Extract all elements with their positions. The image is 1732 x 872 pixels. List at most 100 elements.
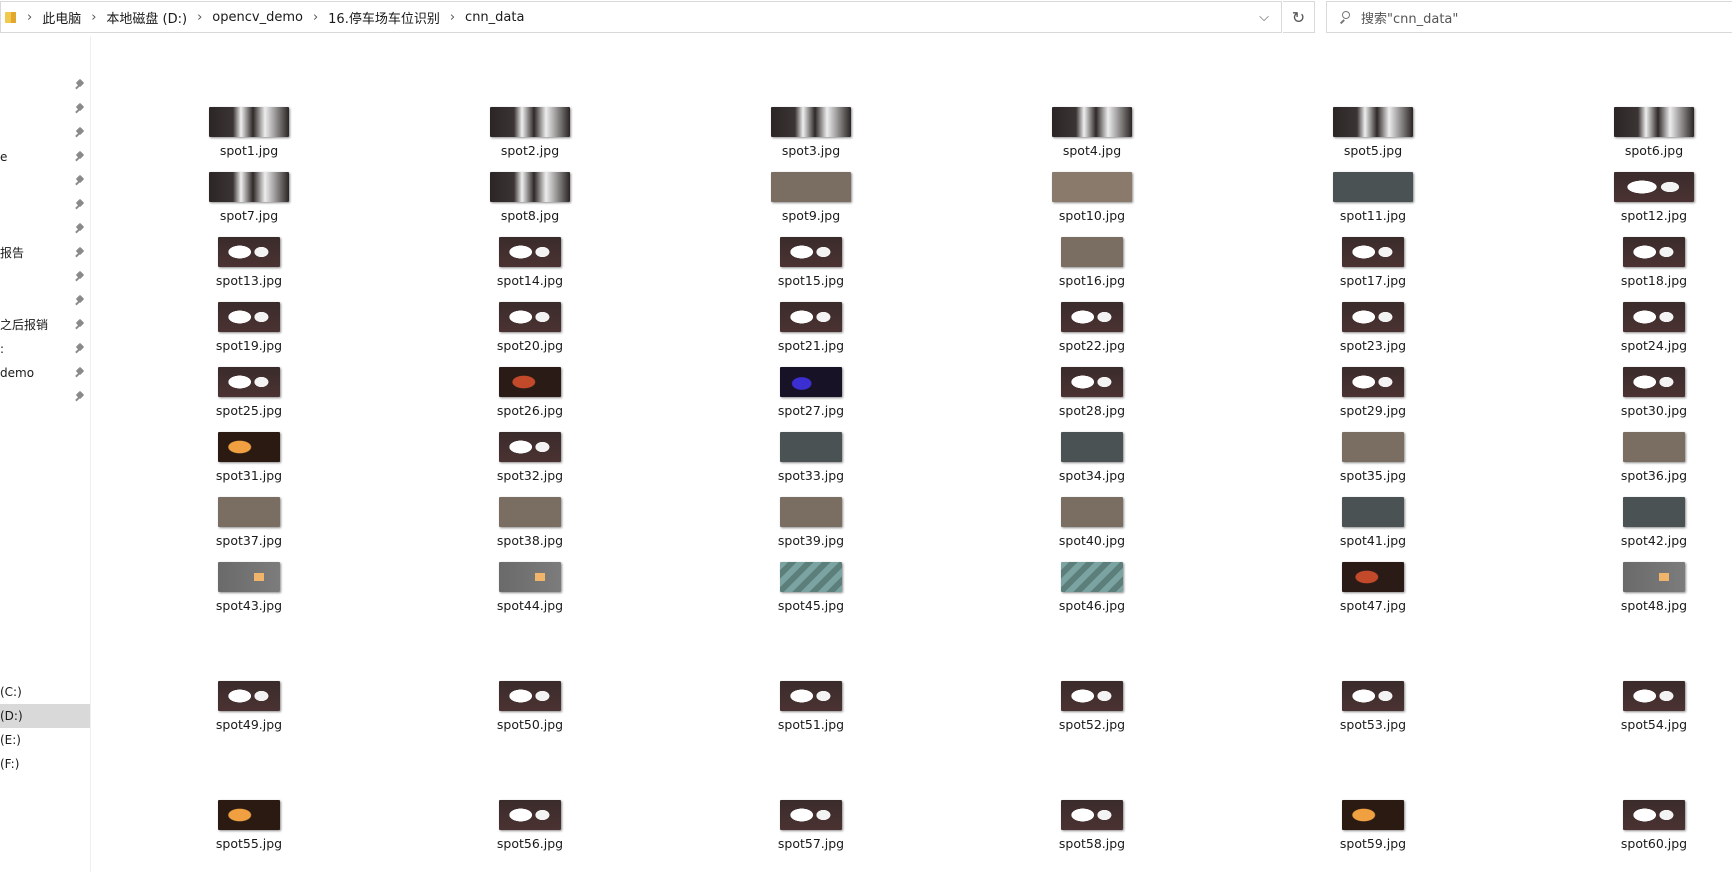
quick-access-item[interactable]: 报告 [0,241,90,265]
quick-access-item[interactable]: e [0,145,90,169]
sidebar-drive-item[interactable]: (E:) [0,728,90,752]
file-name: spot15.jpg [777,273,845,288]
image-thumbnail [218,237,280,267]
file-item[interactable]: spot8.jpg [450,172,610,236]
file-item[interactable]: spot23.jpg [1293,302,1453,366]
chevron-right-icon[interactable]: › [27,10,32,25]
file-item[interactable]: spot26.jpg [450,367,610,431]
file-item[interactable]: spot57.jpg [731,800,891,864]
search-box[interactable]: 搜索"cnn_data" [1326,1,1732,33]
file-item[interactable]: spot19.jpg [169,302,329,366]
file-item[interactable]: spot44.jpg [450,562,610,626]
file-item[interactable]: spot50.jpg [450,681,610,745]
file-name: spot31.jpg [215,468,283,483]
file-item[interactable]: spot34.jpg [1012,432,1172,496]
file-item[interactable]: spot15.jpg [731,237,891,301]
file-item[interactable]: spot39.jpg [731,497,891,561]
sidebar-drive-item[interactable]: (F:) [0,752,90,776]
file-name: spot53.jpg [1339,717,1407,732]
file-item[interactable]: spot24.jpg [1574,302,1732,366]
breadcrumb-this-pc[interactable]: 此电脑 [42,8,81,27]
file-item[interactable]: spot52.jpg [1012,681,1172,745]
file-item[interactable]: spot60.jpg [1574,800,1732,864]
file-item[interactable]: spot5.jpg [1293,107,1453,171]
file-item[interactable]: spot31.jpg [169,432,329,496]
file-item[interactable]: spot25.jpg [169,367,329,431]
file-item[interactable]: spot38.jpg [450,497,610,561]
file-item[interactable]: spot37.jpg [169,497,329,561]
breadcrumb-drive-d[interactable]: 本地磁盘 (D:) [106,8,187,27]
pin-icon [75,248,85,258]
file-item[interactable]: spot49.jpg [169,681,329,745]
file-item[interactable]: spot1.jpg [169,107,329,171]
chevron-down-icon[interactable]: ⌵ [1247,2,1281,32]
file-item[interactable]: spot32.jpg [450,432,610,496]
file-item[interactable]: spot27.jpg [731,367,891,431]
quick-access-item[interactable]: : [0,337,90,361]
file-item[interactable]: spot46.jpg [1012,562,1172,626]
file-item[interactable]: spot12.jpg [1574,172,1732,236]
breadcrumb-cnn-data[interactable]: cnn_data [465,10,524,25]
chevron-right-icon[interactable]: › [313,10,318,25]
file-item[interactable]: spot36.jpg [1574,432,1732,496]
file-item[interactable]: spot43.jpg [169,562,329,626]
file-item[interactable]: spot10.jpg [1012,172,1172,236]
file-item[interactable]: spot40.jpg [1012,497,1172,561]
sidebar-drive-item[interactable]: (C:) [0,680,90,704]
file-item[interactable]: spot33.jpg [731,432,891,496]
refresh-button[interactable]: ↻ [1283,1,1315,33]
quick-access-item[interactable] [0,121,90,145]
file-item[interactable]: spot21.jpg [731,302,891,366]
file-item[interactable]: spot16.jpg [1012,237,1172,301]
address-bar[interactable]: › 此电脑 › 本地磁盘 (D:) › opencv_demo › 16.停车场… [0,1,1282,33]
quick-access-item[interactable] [0,289,90,313]
file-name: spot37.jpg [215,533,283,548]
file-name: spot45.jpg [777,598,845,613]
file-item[interactable]: spot51.jpg [731,681,891,745]
file-item[interactable]: spot14.jpg [450,237,610,301]
sidebar-drive-item[interactable]: (D:) [0,704,90,728]
file-item[interactable]: spot6.jpg [1574,107,1732,171]
file-item[interactable]: spot22.jpg [1012,302,1172,366]
quick-access-item[interactable]: demo [0,361,90,385]
quick-access-item[interactable] [0,265,90,289]
file-item[interactable]: spot59.jpg [1293,800,1453,864]
quick-access-item[interactable] [0,217,90,241]
file-item[interactable]: spot58.jpg [1012,800,1172,864]
file-item[interactable]: spot35.jpg [1293,432,1453,496]
file-item[interactable]: spot13.jpg [169,237,329,301]
file-item[interactable]: spot4.jpg [1012,107,1172,171]
quick-access-item[interactable]: 之后报销 [0,313,90,337]
file-item[interactable]: spot53.jpg [1293,681,1453,745]
file-item[interactable]: spot2.jpg [450,107,610,171]
quick-access-item[interactable] [0,97,90,121]
file-item[interactable]: spot7.jpg [169,172,329,236]
file-item[interactable]: spot30.jpg [1574,367,1732,431]
file-item[interactable]: spot9.jpg [731,172,891,236]
file-item[interactable]: spot18.jpg [1574,237,1732,301]
file-item[interactable]: spot54.jpg [1574,681,1732,745]
chevron-right-icon[interactable]: › [450,10,455,25]
file-item[interactable]: spot55.jpg [169,800,329,864]
file-item[interactable]: spot3.jpg [731,107,891,171]
file-name: spot46.jpg [1058,598,1126,613]
file-item[interactable]: spot41.jpg [1293,497,1453,561]
file-item[interactable]: spot48.jpg [1574,562,1732,626]
chevron-right-icon[interactable]: › [91,10,96,25]
file-item[interactable]: spot20.jpg [450,302,610,366]
file-item[interactable]: spot29.jpg [1293,367,1453,431]
file-item[interactable]: spot42.jpg [1574,497,1732,561]
quick-access-item[interactable] [0,73,90,97]
file-item[interactable]: spot56.jpg [450,800,610,864]
quick-access-item[interactable] [0,169,90,193]
quick-access-item[interactable] [0,385,90,409]
chevron-right-icon[interactable]: › [197,10,202,25]
file-item[interactable]: spot47.jpg [1293,562,1453,626]
file-item[interactable]: spot17.jpg [1293,237,1453,301]
breadcrumb-parking-project[interactable]: 16.停车场车位识别 [328,8,440,27]
breadcrumb-opencv-demo[interactable]: opencv_demo [212,10,303,25]
file-item[interactable]: spot45.jpg [731,562,891,626]
quick-access-item[interactable] [0,193,90,217]
file-item[interactable]: spot11.jpg [1293,172,1453,236]
file-item[interactable]: spot28.jpg [1012,367,1172,431]
